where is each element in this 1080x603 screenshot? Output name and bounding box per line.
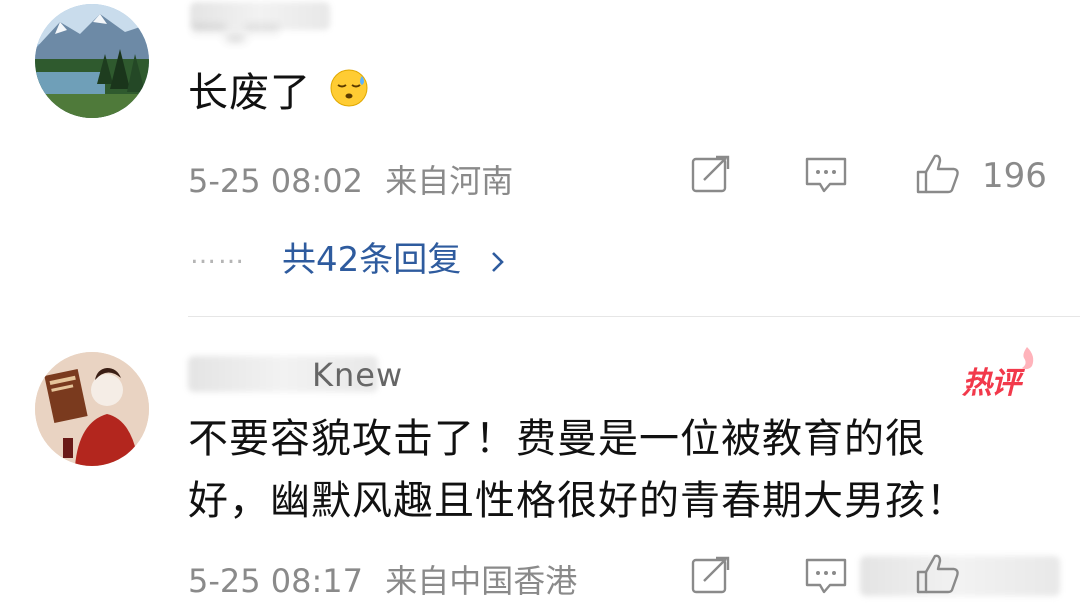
replies-dots: …… — [190, 240, 246, 270]
hot-comment-badge: 热评 — [962, 366, 1021, 401]
avatar[interactable] — [35, 352, 149, 466]
sleepy-sweat-emoji-icon — [329, 64, 369, 126]
chevron-right-icon — [492, 251, 504, 272]
comment-location: 来自中国香港 — [385, 562, 578, 600]
like-count: 196 — [982, 156, 1047, 196]
comment-meta: 5-25 08:17 来自中国香港 — [188, 556, 577, 602]
comment-username[interactable]: …_… — [192, 0, 280, 40]
avatar[interactable] — [35, 4, 149, 118]
share-button[interactable] — [690, 154, 732, 194]
thumbs-up-icon — [916, 154, 959, 194]
comment-content: 长废了 — [188, 62, 369, 126]
comment-icon — [805, 157, 847, 193]
comment-text: 长废了 — [188, 70, 311, 116]
comment-text-line2: 好，幽默风趣且性格很好的青春期大男孩！ — [188, 478, 967, 524]
comment-content: 不要容貌攻击了！费曼是一位被教育的很 好，幽默风趣且性格很好的青春期大男孩！ — [188, 408, 967, 532]
comment-location: 来自河南 — [385, 162, 514, 200]
like-button[interactable] — [914, 552, 962, 596]
like-button[interactable] — [914, 152, 962, 196]
comment-username[interactable]: Knew — [312, 356, 403, 394]
comment-divider — [188, 316, 1080, 317]
comment-button[interactable] — [804, 156, 848, 194]
share-button[interactable] — [690, 555, 732, 595]
thumbs-up-icon — [916, 554, 959, 594]
comment-time: 5-25 08:02 — [188, 162, 364, 200]
share-icon — [691, 556, 730, 594]
share-icon — [691, 155, 730, 193]
avatar-landscape-image — [35, 4, 149, 118]
comment-text-line1: 不要容貌攻击了！费曼是一位被教育的很 — [188, 416, 926, 462]
view-replies-link[interactable]: 共42条回复 — [282, 232, 508, 281]
comment-time: 5-25 08:17 — [188, 562, 364, 600]
replies-label: 共42条回复 — [282, 240, 462, 280]
comment-icon — [805, 558, 847, 594]
comment-button[interactable] — [804, 557, 848, 595]
comment-meta: 5-25 08:02 来自河南 — [188, 156, 513, 202]
avatar-illustration-image — [35, 352, 149, 466]
flame-icon — [1022, 347, 1034, 370]
